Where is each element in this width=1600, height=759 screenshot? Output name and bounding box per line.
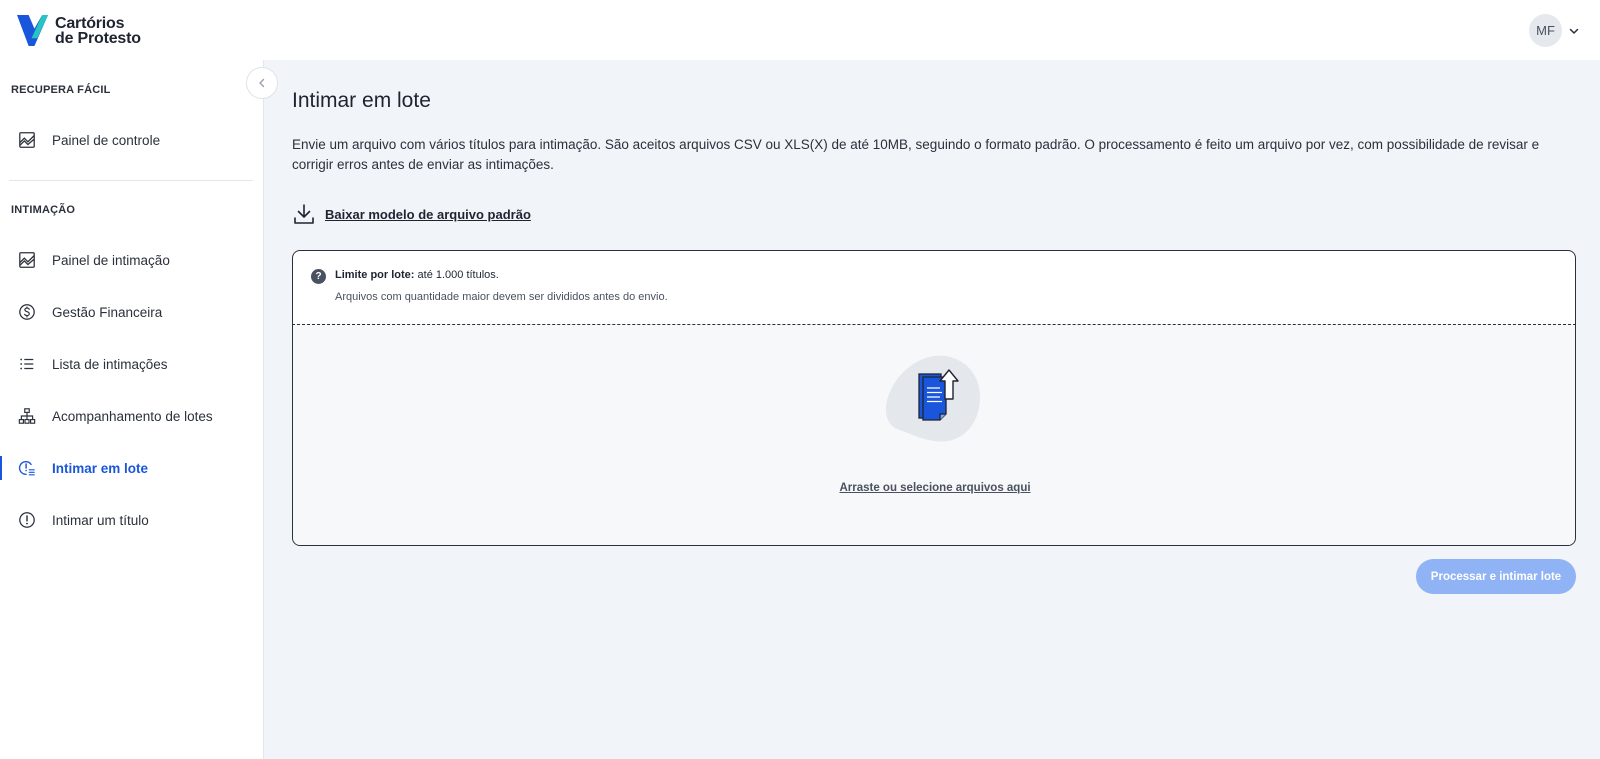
chevron-left-icon (259, 78, 265, 88)
logo-line-2: de Protesto (55, 29, 141, 47)
collapse-sidebar-button[interactable] (246, 67, 278, 99)
batch-limit-note: Arquivos com quantidade maior devem ser … (335, 291, 668, 303)
download-icon (294, 204, 314, 224)
batch-limit-value: até 1.000 títulos. (417, 269, 499, 281)
sidebar-item-painel-de-intimacao[interactable]: Painel de intimação (0, 240, 263, 280)
chart-area-icon (17, 131, 36, 150)
page-title: Intimar em lote (292, 89, 431, 112)
sidebar-item-label: Painel de intimação (52, 252, 170, 268)
dropzone-label-text[interactable]: Arraste ou selecione arquivos aqui (839, 482, 1030, 494)
download-template-label[interactable]: Baixar modelo de arquivo padrão (325, 207, 531, 222)
sidebar-item-label: Intimar em lote (52, 460, 149, 476)
batch-alert-icon (17, 459, 36, 478)
sidebar: RECUPERA FÁCIL Painel de controle INTIMA… (0, 60, 264, 759)
section-title-recupera-facil: RECUPERA FÁCIL (11, 84, 111, 96)
sidebar-item-painel-de-controle[interactable]: Painel de controle (0, 120, 263, 160)
chevron-down-icon[interactable] (1568, 25, 1580, 37)
sidebar-item-label: Acompanhamento de lotes (52, 408, 213, 424)
chart-area-icon (17, 251, 36, 270)
batch-limit-label: Limite por lote: (335, 269, 415, 281)
upload-card: ? Limite por lote: até 1.000 títulos. Ar… (292, 250, 1576, 546)
logo-line-1: Cartórios (55, 14, 125, 32)
sidebar-item-lista-de-intimacoes[interactable]: Lista de intimações (0, 344, 263, 384)
page-description: Envie um arquivo com vários títulos para… (292, 137, 1540, 172)
process-batch-button[interactable]: Processar e intimar lote (1416, 559, 1576, 594)
download-template-link[interactable]: Baixar modelo de arquivo padrão (292, 202, 531, 226)
alert-circle-icon (17, 511, 36, 530)
sidebar-item-acompanhamento-de-lotes[interactable]: Acompanhamento de lotes (0, 396, 263, 436)
logo-text: Cartórios de Protesto (55, 14, 141, 47)
batch-limit-text: Limite por lote: até 1.000 títulos. (335, 269, 499, 281)
dropzone-label[interactable]: Arraste ou selecione arquivos aqui (293, 482, 1575, 494)
help-icon: ? (311, 269, 326, 284)
avatar[interactable]: MF (1529, 14, 1562, 47)
sidebar-item-label: Lista de intimações (52, 356, 168, 372)
user-menu[interactable]: MF (1529, 14, 1580, 47)
sidebar-item-label: Painel de controle (52, 132, 161, 148)
top-bar: Cartórios de Protesto MF (0, 0, 1600, 60)
sidebar-item-gestao-financeira[interactable]: Gestão Financeira (0, 292, 263, 332)
sidebar-item-intimar-um-titulo[interactable]: Intimar um título (0, 500, 263, 540)
dollar-circle-icon (17, 303, 36, 322)
sidebar-divider (9, 180, 253, 181)
logo[interactable]: Cartórios de Protesto (17, 15, 141, 46)
section-title-intimacao: INTIMAÇÃO (11, 204, 76, 216)
sidebar-item-label: Gestão Financeira (52, 304, 163, 320)
sitemap-icon (17, 407, 36, 426)
sidebar-item-intimar-em-lote[interactable]: Intimar em lote (0, 448, 263, 488)
sidebar-item-label: Intimar um título (52, 512, 149, 528)
file-dropzone[interactable]: Arraste ou selecione arquivos aqui (293, 324, 1575, 545)
list-icon (17, 355, 36, 374)
upload-file-icon (885, 355, 981, 442)
logo-mark-icon (17, 15, 48, 46)
